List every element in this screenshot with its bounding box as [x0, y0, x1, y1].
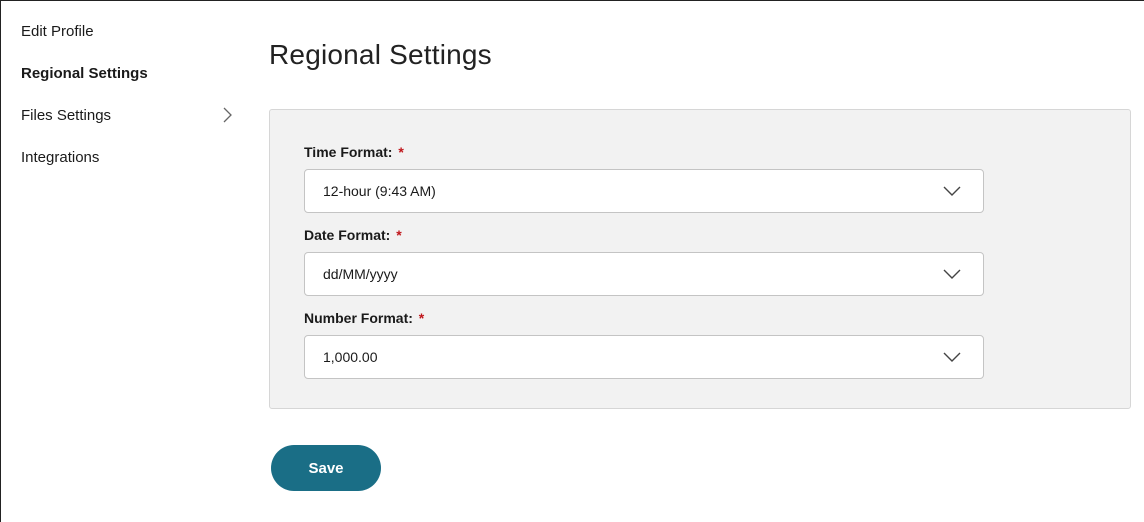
- page-title: Regional Settings: [269, 39, 492, 70]
- number-format-value: 1,000.00: [323, 349, 378, 365]
- chevron-right-icon[interactable]: [221, 107, 235, 123]
- chevron-down-icon: [943, 269, 961, 279]
- sidebar-item-files-settings[interactable]: Files Settings: [21, 105, 236, 147]
- settings-sidebar: Edit Profile Regional Settings Files Set…: [21, 21, 236, 189]
- sidebar-item-label: Integrations: [21, 149, 100, 166]
- time-format-field: Time Format: * 12-hour (9:43 AM): [304, 144, 984, 213]
- chevron-down-icon: [943, 186, 961, 196]
- number-format-field: Number Format: * 1,000.00: [304, 310, 984, 379]
- date-format-value: dd/MM/yyyy: [323, 266, 398, 282]
- date-format-select[interactable]: dd/MM/yyyy: [304, 252, 984, 296]
- field-label-text: Date Format:: [304, 227, 391, 243]
- save-button[interactable]: Save: [271, 445, 381, 491]
- sidebar-item-label: Files Settings: [21, 107, 112, 124]
- required-asterisk: *: [398, 144, 404, 160]
- date-format-field: Date Format: * dd/MM/yyyy: [304, 227, 984, 296]
- regional-settings-panel: Time Format: * 12-hour (9:43 AM) Date Fo…: [269, 109, 1131, 409]
- sidebar-item-label: Regional Settings: [21, 65, 148, 82]
- sidebar-item-integrations[interactable]: Integrations: [21, 147, 236, 189]
- chevron-down-icon: [943, 352, 961, 362]
- app-window: Edit Profile Regional Settings Files Set…: [0, 0, 1144, 522]
- date-format-label: Date Format: *: [304, 227, 984, 247]
- required-asterisk: *: [396, 227, 402, 243]
- field-label-text: Time Format:: [304, 144, 393, 160]
- time-format-value: 12-hour (9:43 AM): [323, 183, 436, 199]
- time-format-label: Time Format: *: [304, 144, 984, 164]
- sidebar-item-label: Edit Profile: [21, 23, 94, 40]
- number-format-select[interactable]: 1,000.00: [304, 335, 984, 379]
- sidebar-item-edit-profile[interactable]: Edit Profile: [21, 21, 236, 63]
- time-format-select[interactable]: 12-hour (9:43 AM): [304, 169, 984, 213]
- field-label-text: Number Format:: [304, 310, 413, 326]
- sidebar-item-regional-settings[interactable]: Regional Settings: [21, 63, 236, 105]
- required-asterisk: *: [418, 310, 425, 326]
- number-format-label: Number Format: *: [304, 310, 984, 330]
